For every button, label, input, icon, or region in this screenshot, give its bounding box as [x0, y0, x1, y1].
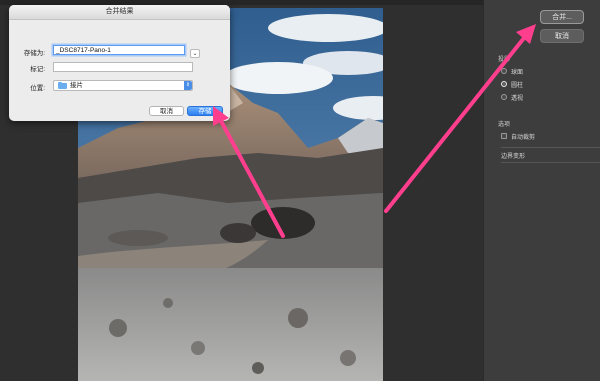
projection-label-cylindrical: 圆柱: [511, 83, 524, 89]
chevron-down-icon: ⌄: [192, 51, 198, 57]
merge-button[interactable]: 合并...: [540, 10, 584, 24]
options-header: 选项: [498, 122, 511, 128]
projection-radio-perspective[interactable]: [501, 94, 507, 100]
projection-label-perspective: 透视: [511, 96, 524, 102]
projection-header: 投影: [498, 57, 511, 63]
dialog-title: 合并结果: [9, 5, 230, 20]
merge-options-panel: 合并... 取消 投影 球面 圆柱 透视 选项 自动裁剪 边界变形: [483, 0, 600, 381]
divider: [501, 147, 600, 148]
expand-dialog-button[interactable]: ⌄: [190, 49, 200, 58]
dialog-cancel-button[interactable]: 取消: [149, 106, 184, 116]
boundary-warp-label: 边界变形: [501, 154, 526, 160]
updown-chevron-icon: ⇕: [184, 81, 192, 90]
projection-radio-cylindrical[interactable]: [501, 81, 507, 87]
panel-cancel-button[interactable]: 取消: [540, 29, 584, 43]
tags-input[interactable]: [53, 62, 193, 72]
projection-radio-spherical[interactable]: [501, 68, 507, 74]
save-dialog: 合并结果 存储为: _DSC8717-Pano-1 ⌄ 标记: 位置: 接片 ⇕…: [9, 5, 230, 121]
auto-crop-label: 自动裁剪: [511, 135, 536, 141]
boundary-warp-slider[interactable]: [501, 162, 600, 163]
folder-icon: [58, 81, 67, 89]
location-value: 接片: [70, 82, 83, 89]
save-as-label: 存储为:: [23, 50, 45, 57]
location-label: 位置:: [30, 85, 45, 92]
dialog-save-button[interactable]: 存储: [187, 106, 223, 116]
tags-label: 标记:: [30, 66, 45, 73]
auto-crop-checkbox[interactable]: [501, 133, 507, 139]
filename-input[interactable]: _DSC8717-Pano-1: [53, 45, 185, 55]
location-select[interactable]: 接片 ⇕: [53, 80, 193, 91]
projection-label-spherical: 球面: [511, 70, 524, 76]
